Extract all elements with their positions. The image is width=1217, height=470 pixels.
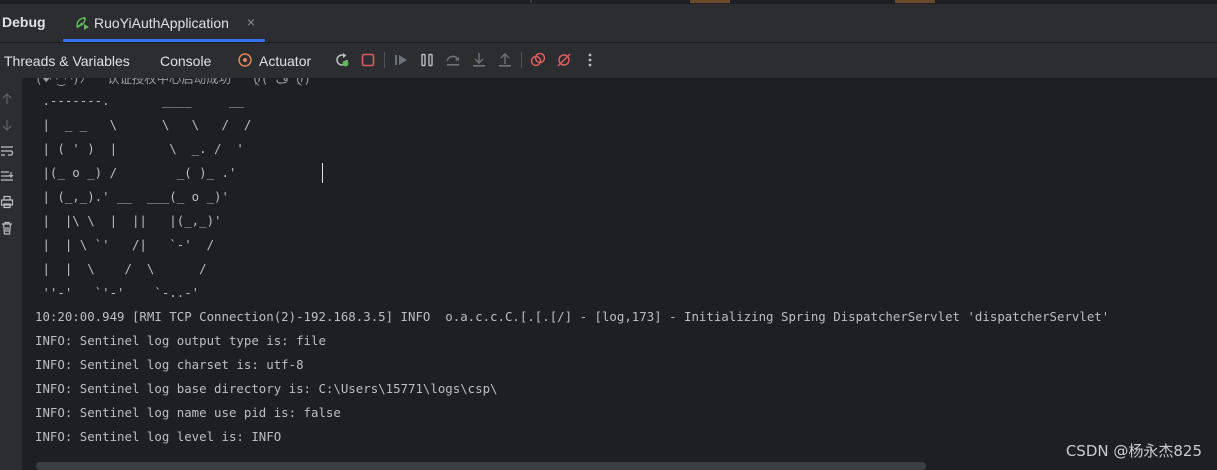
down-arrow-icon[interactable] [0, 118, 14, 132]
banner-line: | |\ \ | || |(_,_)' [35, 213, 222, 228]
banner-line: |(_ o _) / _( )_ .' [35, 165, 237, 180]
horizontal-scrollbar[interactable] [36, 462, 926, 470]
spring-boot-run-icon [74, 15, 90, 31]
tool-window-title: Debug [2, 14, 46, 30]
log-line: 10:20:00.949 [RMI TCP Connection(2)-192.… [35, 309, 1110, 324]
debug-toolbar: Threads & Variables Console Actuator [0, 43, 1217, 78]
watermark: CSDN @杨永杰825 [1065, 442, 1202, 460]
banner-line: | (_,_).' __ ___(_ o _)' [35, 189, 229, 204]
close-icon[interactable]: × [244, 15, 258, 29]
banner-partial-line: (♥◠‿◠)ﾉﾞ 认证授权中心启动成功 ლ(´ڡ`ლ)ﾞ [35, 78, 318, 86]
scroll-to-end-icon[interactable] [0, 169, 14, 183]
step-out-icon[interactable] [497, 52, 513, 68]
log-line: INFO: Sentinel log output type is: file [35, 333, 326, 348]
resume-icon[interactable] [393, 52, 409, 68]
soft-wrap-icon[interactable] [0, 144, 14, 158]
banner-line: | | \ / \ / [35, 261, 207, 276]
log-line: INFO: Sentinel log charset is: utf-8 [35, 357, 304, 372]
view-breakpoints-icon[interactable] [530, 52, 546, 68]
tab-ruoyi-auth-application[interactable]: RuoYiAuthApplication × [63, 4, 265, 42]
print-icon[interactable] [0, 195, 14, 209]
log-line: INFO: Sentinel log base directory is: C:… [35, 381, 498, 396]
toolbar-separator [384, 52, 385, 68]
stop-icon[interactable] [360, 52, 376, 68]
toolbar-separator [521, 52, 522, 68]
log-line: INFO: Sentinel log level is: INFO [35, 429, 282, 444]
pause-icon[interactable] [419, 52, 435, 68]
debug-tab-row: Debug RuoYiAuthApplication × [0, 4, 1217, 43]
banner-line: | ( ' ) | \ _. / ' [35, 141, 244, 156]
banner-line: ''-' `'-' `-..-' [35, 285, 200, 300]
banner-line: | | \ `' /| `-' / [35, 237, 215, 252]
mute-breakpoints-icon[interactable] [556, 52, 572, 68]
tab-console[interactable]: Console [160, 53, 211, 69]
step-into-icon[interactable] [471, 52, 487, 68]
banner-line: .-------. ____ __ [35, 93, 244, 108]
tab-actuator[interactable]: Actuator [259, 53, 311, 69]
banner-line: | _ _ \ \ \ / / [35, 117, 252, 132]
text-caret [322, 163, 323, 183]
up-arrow-icon[interactable] [0, 92, 14, 106]
run-tab-label: RuoYiAuthApplication [94, 15, 229, 31]
console-output[interactable]: (♥◠‿◠)ﾉﾞ 认证授权中心启动成功 ლ(´ڡ`ლ)ﾞ .-------. _… [22, 78, 1217, 470]
actuator-icon [237, 52, 253, 68]
more-options-icon[interactable] [582, 52, 598, 68]
rerun-icon[interactable] [334, 52, 350, 68]
step-over-icon[interactable] [445, 52, 461, 68]
log-line: INFO: Sentinel log name use pid is: fals… [35, 405, 341, 420]
active-tab-indicator [63, 39, 265, 42]
clear-all-icon[interactable] [0, 221, 14, 235]
console-gutter [0, 78, 22, 470]
tab-threads-variables[interactable]: Threads & Variables [4, 53, 130, 69]
